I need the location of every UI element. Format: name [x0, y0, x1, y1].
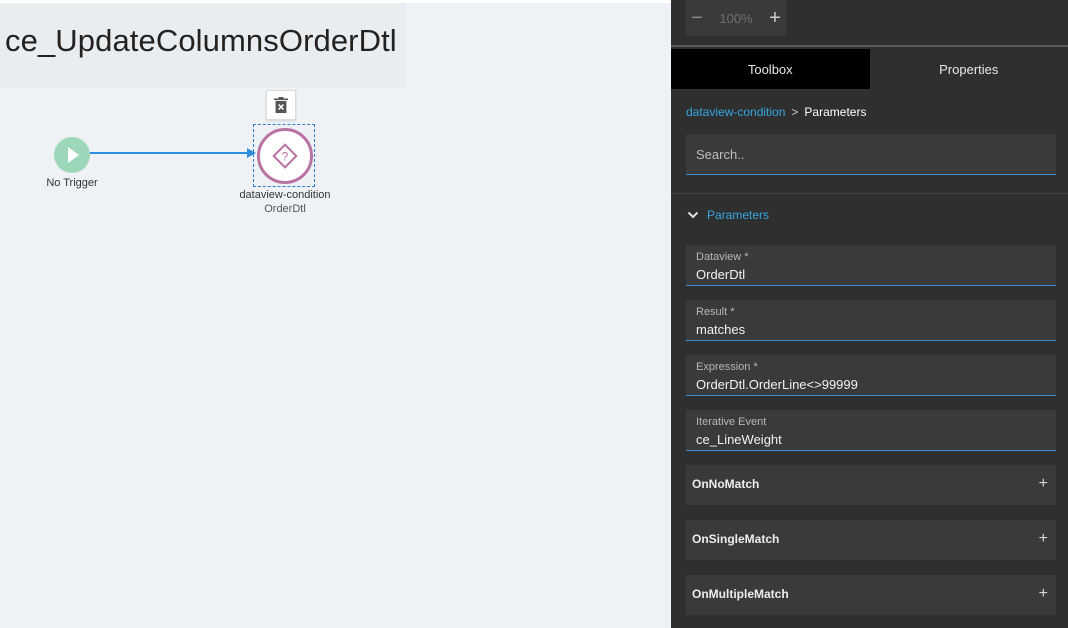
on-no-match-section[interactable]: OnNoMatch +: [686, 465, 1056, 505]
plus-icon[interactable]: +: [1039, 529, 1048, 549]
on-multiple-match-section[interactable]: OnMultipleMatch +: [686, 575, 1056, 615]
collapsible-label: OnSingleMatch: [692, 532, 780, 546]
dataview-field[interactable]: Dataview * OrderDtl: [686, 245, 1056, 286]
zoom-level: 100%: [719, 10, 753, 26]
divider: [671, 193, 1068, 194]
connector-arrow: [90, 148, 256, 158]
zoom-out-button[interactable]: −: [686, 0, 708, 36]
svg-text:?: ?: [282, 150, 289, 164]
tab-properties[interactable]: Properties: [869, 49, 1068, 89]
collapsible-label: OnNoMatch: [692, 477, 760, 491]
on-single-match-section[interactable]: OnSingleMatch +: [686, 520, 1056, 560]
trigger-node[interactable]: [54, 137, 90, 173]
field-label: Iterative Event: [696, 416, 767, 428]
field-value: matches: [696, 322, 746, 337]
condition-node-selection[interactable]: ?: [253, 124, 315, 187]
panel-tabs: Toolbox Properties: [671, 49, 1068, 89]
field-value: OrderDtl: [696, 267, 746, 282]
delete-node-button[interactable]: [266, 90, 296, 120]
workflow-canvas[interactable]: ce_UpdateColumnsOrderDtl No Trigger ? da…: [0, 0, 671, 628]
condition-node-label: dataview-condition: [239, 189, 331, 201]
parameters-section-toggle[interactable]: Parameters: [686, 206, 769, 224]
condition-node-sublabel: OrderDtl: [264, 203, 306, 215]
condition-node[interactable]: ?: [257, 128, 313, 184]
plus-icon[interactable]: +: [1039, 474, 1048, 494]
field-value: ce_LineWeight: [696, 432, 782, 447]
chevron-down-icon: [687, 211, 699, 219]
iterative-event-field[interactable]: Iterative Event ce_LineWeight: [686, 410, 1056, 451]
zoom-bar: − 100% +: [671, 0, 1068, 47]
zoom-control: − 100% +: [686, 0, 786, 36]
field-label: Result *: [696, 306, 735, 318]
section-title: Parameters: [707, 208, 770, 222]
breadcrumb: dataview-condition > Parameters: [686, 105, 866, 119]
result-field[interactable]: Result * matches: [686, 300, 1056, 341]
field-value: OrderDtl.OrderLine<>99999: [696, 377, 858, 392]
properties-panel: − 100% + Toolbox Properties dataview-con…: [671, 0, 1068, 628]
expression-field[interactable]: Expression * OrderDtl.OrderLine<>99999: [686, 355, 1056, 396]
trigger-node-label: No Trigger: [46, 177, 98, 189]
breadcrumb-current: Parameters: [804, 105, 867, 119]
plus-icon[interactable]: +: [1039, 584, 1048, 604]
zoom-in-button[interactable]: +: [764, 0, 786, 36]
tab-toolbox[interactable]: Toolbox: [671, 49, 870, 89]
breadcrumb-separator: >: [791, 105, 799, 119]
field-label: Expression *: [696, 361, 758, 373]
trash-icon: [274, 97, 288, 113]
breadcrumb-link[interactable]: dataview-condition: [686, 105, 785, 119]
play-icon: [68, 147, 79, 163]
question-diamond-icon: ?: [272, 143, 298, 169]
search-input[interactable]: [686, 134, 1056, 174]
search-box: [686, 134, 1056, 175]
field-label: Dataview *: [696, 251, 749, 263]
collapsible-label: OnMultipleMatch: [692, 587, 789, 601]
